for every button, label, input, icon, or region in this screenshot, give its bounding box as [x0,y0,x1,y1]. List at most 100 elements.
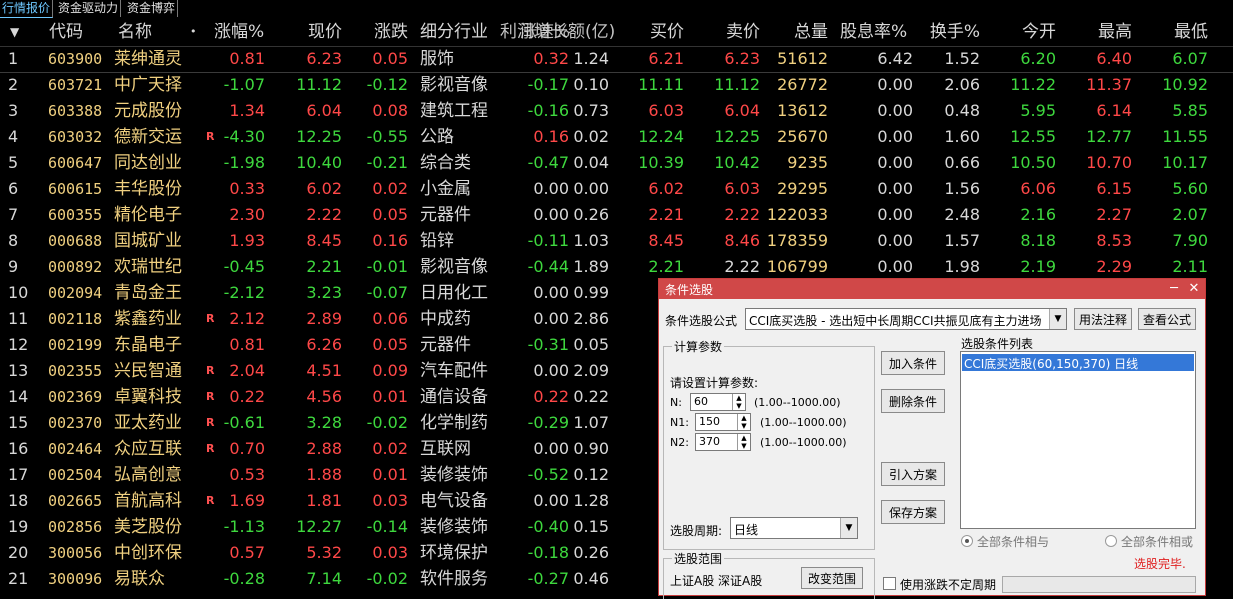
header-name[interactable]: 名称 [118,18,152,46]
cell-amount: 0.02 [573,127,609,146]
param-n-range: (1.00--1000.00) [754,396,841,409]
minimize-icon[interactable]: ─ [1165,280,1183,297]
table-row[interactable]: 1 603900 莱绅通灵 0.81 6.23 0.05 服饰 0.32 1.24 6.21 6.2… [0,46,1233,73]
cell-ask: 6.23 [724,49,760,68]
dialog-titlebar[interactable]: 条件选股 ─ ✕ [659,279,1205,299]
cell-speed: 0.00 [533,361,569,380]
cell-code: 603721 [48,76,103,94]
cell-idx: 3 [8,101,19,120]
cell-code: 300056 [48,544,103,562]
cell-low: 5.85 [1172,101,1208,120]
header-volume[interactable]: 总量 [762,18,828,46]
tab-capital-drive[interactable]: 资金驱动力 [56,0,122,17]
cell-change: -0.14 [366,517,408,536]
header-high[interactable]: 最高 [1064,18,1132,46]
cell-open: 8.18 [1020,231,1056,250]
param-n-label: N: [670,396,682,409]
header-speed[interactable]: 涨速% [520,18,570,46]
tab-capital-game[interactable]: 资金博弈 [125,0,179,17]
condition-list[interactable]: CCI底买选股(60,150,370) 日线 [960,351,1196,529]
cell-idx: 16 [8,439,28,458]
cell-pct: -0.61 [223,413,265,432]
header-ask[interactable]: 卖价 [690,18,760,46]
cell-change: 0.02 [372,439,408,458]
tab-quotes[interactable]: 行情报价 [0,0,54,18]
usage-notes-button[interactable]: 用法注释 [1074,308,1132,330]
header-change[interactable]: 涨跌 [350,18,408,46]
header-price[interactable]: 现价 [280,18,342,46]
close-icon[interactable]: ✕ [1185,280,1203,297]
cell-industry: 装修装饰 [420,465,488,485]
cell-bid: 11.11 [638,75,684,94]
table-row[interactable]: 4 603032 德新交运 R -4.30 12.25 -0.55 公路 0.16 0.02 12.… [0,124,1233,150]
cell-code: 603388 [48,102,103,120]
cell-high: 6.15 [1096,179,1132,198]
import-scheme-button[interactable]: 引入方案 [881,462,945,486]
cell-idx: 14 [8,387,28,406]
param-n1-input[interactable]: 150 ▲ ▼ [695,413,751,431]
param-n1-value: 150 [699,415,720,428]
cell-turnover: 1.56 [944,179,980,198]
cell-price: 8.45 [306,231,342,250]
change-scope-button[interactable]: 改变范围 [801,567,863,589]
cell-change: -0.02 [366,413,408,432]
cell-speed: -0.40 [527,517,569,536]
header-bid[interactable]: 买价 [612,18,684,46]
table-row[interactable]: 2 603721 中广天择 -1.07 11.12 -0.12 影视音像 -0.17 0.10 1… [0,72,1233,98]
delete-condition-button[interactable]: 删除条件 [881,389,945,413]
cell-ask: 2.22 [724,257,760,276]
cell-code: 002370 [48,414,103,432]
chevron-down-icon[interactable]: ▼ [1049,309,1066,329]
irregular-period-checkbox[interactable] [883,577,896,590]
cell-speed: -0.16 [527,101,569,120]
cell-ask: 2.22 [724,205,760,224]
cell-ask: 11.12 [714,75,760,94]
cell-dividend: 0.00 [877,101,913,120]
cell-name: 中广天择 [114,75,182,95]
view-formula-button[interactable]: 查看公式 [1138,308,1196,330]
param-n-stepper[interactable]: ▲ ▼ [732,394,745,410]
table-row[interactable]: 9 000892 欢瑞世纪 -0.45 2.21 -0.01 影视音像 -0.44 1.89 2.… [0,254,1233,280]
cell-name: 国城矿业 [114,231,182,251]
cell-low: 10.17 [1162,153,1208,172]
table-row[interactable]: 6 600615 丰华股份 0.33 6.02 0.02 小金属 0.00 0.00 6.02 6.… [0,176,1233,202]
param-n2-input[interactable]: 370 ▲ ▼ [695,433,751,451]
param-n2-value: 370 [699,435,720,448]
chevron-down-icon[interactable]: ▼ [840,518,857,538]
header-turnover[interactable]: 换手% [920,18,980,46]
save-scheme-button[interactable]: 保存方案 [881,500,945,524]
table-row[interactable]: 5 600647 同达创业 -1.98 10.40 -0.21 综合类 -0.47 0.04 10… [0,150,1233,176]
header-pct[interactable]: 涨幅% [214,18,264,46]
param-n2-stepper[interactable]: ▲ ▼ [737,434,750,450]
radio-and[interactable] [961,535,973,547]
param-n-input[interactable]: 60 ▲ ▼ [690,393,746,411]
period-select[interactable]: 日线 ▼ [730,517,858,539]
cell-bid: 2.21 [648,257,684,276]
add-condition-button[interactable]: 加入条件 [881,351,945,375]
cell-bid: 12.24 [638,127,684,146]
cell-idx: 17 [8,465,28,484]
cell-amount: 0.12 [573,465,609,484]
header-code[interactable]: 代码 [49,18,83,46]
header-low[interactable]: 最低 [1140,18,1208,46]
param-n1-stepper[interactable]: ▲ ▼ [737,414,750,430]
cell-pct: -0.45 [223,257,265,276]
header-industry[interactable]: 细分行业 [420,18,488,46]
cell-industry: 互联网 [420,439,471,459]
header-dividend[interactable]: 股息率% [840,18,907,46]
param-n1-label: N1: [670,416,689,429]
table-row[interactable]: 7 600355 精伦电子 2.30 2.22 0.05 元器件 0.00 0.26 2.21 2.… [0,202,1233,228]
cell-dividend: 0.00 [877,179,913,198]
sort-arrow-icon[interactable]: ▼ [10,18,30,46]
radio-or[interactable] [1105,535,1117,547]
header-open[interactable]: 今开 [990,18,1056,46]
list-item[interactable]: CCI底买选股(60,150,370) 日线 [962,354,1194,371]
cell-pct: -2.12 [223,283,265,302]
table-row[interactable]: 3 603388 元成股份 1.34 6.04 0.08 建筑工程 -0.16 0.73 6.03… [0,98,1233,124]
cell-speed: -0.52 [527,465,569,484]
cell-amount: 0.26 [573,205,609,224]
table-row[interactable]: 8 000688 国城矿业 1.93 8.45 0.16 铅锌 -0.11 1.03 8.45 8.… [0,228,1233,254]
formula-select[interactable]: CCI底买选股 - 选出短中长周期CCI共振见底有主力进场 ▼ [745,308,1067,330]
cell-speed: 0.00 [533,179,569,198]
cell-industry: 影视音像 [420,75,488,95]
